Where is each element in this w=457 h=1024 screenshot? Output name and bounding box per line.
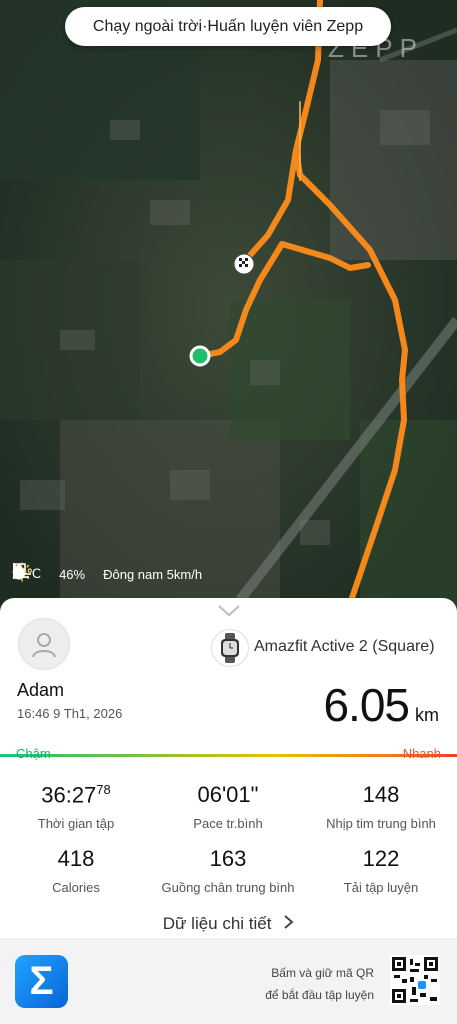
humidity: 46% [59,566,86,582]
stat-time: 36:2778 Thời gian tập [0,782,152,831]
chevron-down-icon[interactable] [217,604,241,618]
start-marker [189,345,211,367]
stat-calories-value: 418 [57,846,95,871]
stat-time-label: Thời gian tập [37,816,115,832]
chevron-right-icon [284,915,294,929]
wind: Đông nam 5km/h [103,566,203,582]
detail-data-link[interactable]: Dữ liệu chi tiết [0,914,457,934]
pace-slow-label: Chậm [16,746,51,761]
detail-data-label: Dữ liệu chi tiết [162,914,272,933]
watch-icon [211,629,249,667]
stat-load-value: 122 [362,846,400,871]
footer-bar: Σ Bấm và giữ mã QR để bắt đầu tập luyện [0,938,457,1024]
stat-pace: 06'01" Pace tr.bình [152,782,304,831]
weather-bar: 21℃ 46% Đông nam 5km/h [12,562,220,586]
pace-fast-label: Nhanh [402,746,441,761]
satellite-map [0,0,457,610]
qr-instructions: Bấm và giữ mã QR để bắt đầu tập luyện [265,962,374,1006]
stat-calories: 418 Calories [0,846,152,895]
avatar[interactable] [18,618,70,670]
stat-load: 122 Tải tập luyện [305,846,457,895]
distance-unit: km [415,705,439,725]
stat-cadence: 163 Guồng chân trung bình [152,846,304,895]
zepp-watermark: ZEPP [328,33,424,63]
stat-time-value: 36:27 [41,782,97,808]
avatar-icon [32,633,56,658]
stat-cadence-label: Guồng chân trung bình [161,880,295,895]
wind-icon [13,563,31,579]
stat-calories-label: Calories [52,880,100,895]
distance-value: 6.05 [323,679,410,731]
summary-panel: Amazfit Active 2 (Square) Adam 16:46 9 T… [0,598,457,1024]
stat-heart-value: 148 [362,782,400,807]
stat-heart-label: Nhịp tim trung bình [326,816,436,831]
stat-pace-label: Pace tr.bình [193,816,263,831]
stat-pace-value: 06'01" [197,782,259,807]
qr-code[interactable] [390,955,440,1005]
user-name: Adam [17,680,65,700]
activity-datetime: 16:46 9 Th1, 2026 [17,706,123,721]
stat-load-label: Tải tập luyện [343,880,419,895]
stat-time-sup: 78 [96,782,111,797]
qr-line-2: để bắt đầu tập luyện [265,988,374,1002]
pace-gradient-bar [0,754,457,757]
qr-line-1: Bấm và giữ mã QR [271,966,374,980]
stat-heart: 148 Nhịp tim trung bình [305,782,457,831]
finish-flag-icon [233,253,255,275]
distance: 6.05 km [323,678,439,732]
route-map[interactable]: Chạy ngoài trời·Huấn luyện viên Zepp ZEP… [0,0,457,610]
stat-cadence-value: 163 [209,846,247,871]
device-name: Amazfit Active 2 (Square) [254,638,435,655]
zepp-app-icon[interactable]: Σ [15,955,68,1008]
